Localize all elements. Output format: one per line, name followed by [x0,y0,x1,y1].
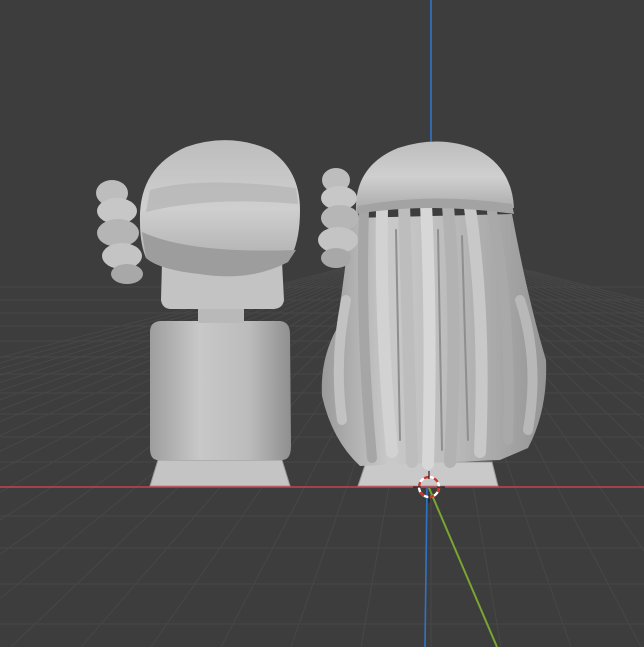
bust-base [149,459,291,487]
hair-bun [96,180,143,284]
3d-viewport[interactable] [0,0,644,647]
bust-torso [150,321,291,460]
long-hair-bust[interactable] [318,141,547,487]
floor-grid [0,267,644,647]
z-axis-line-lower [424,486,428,647]
